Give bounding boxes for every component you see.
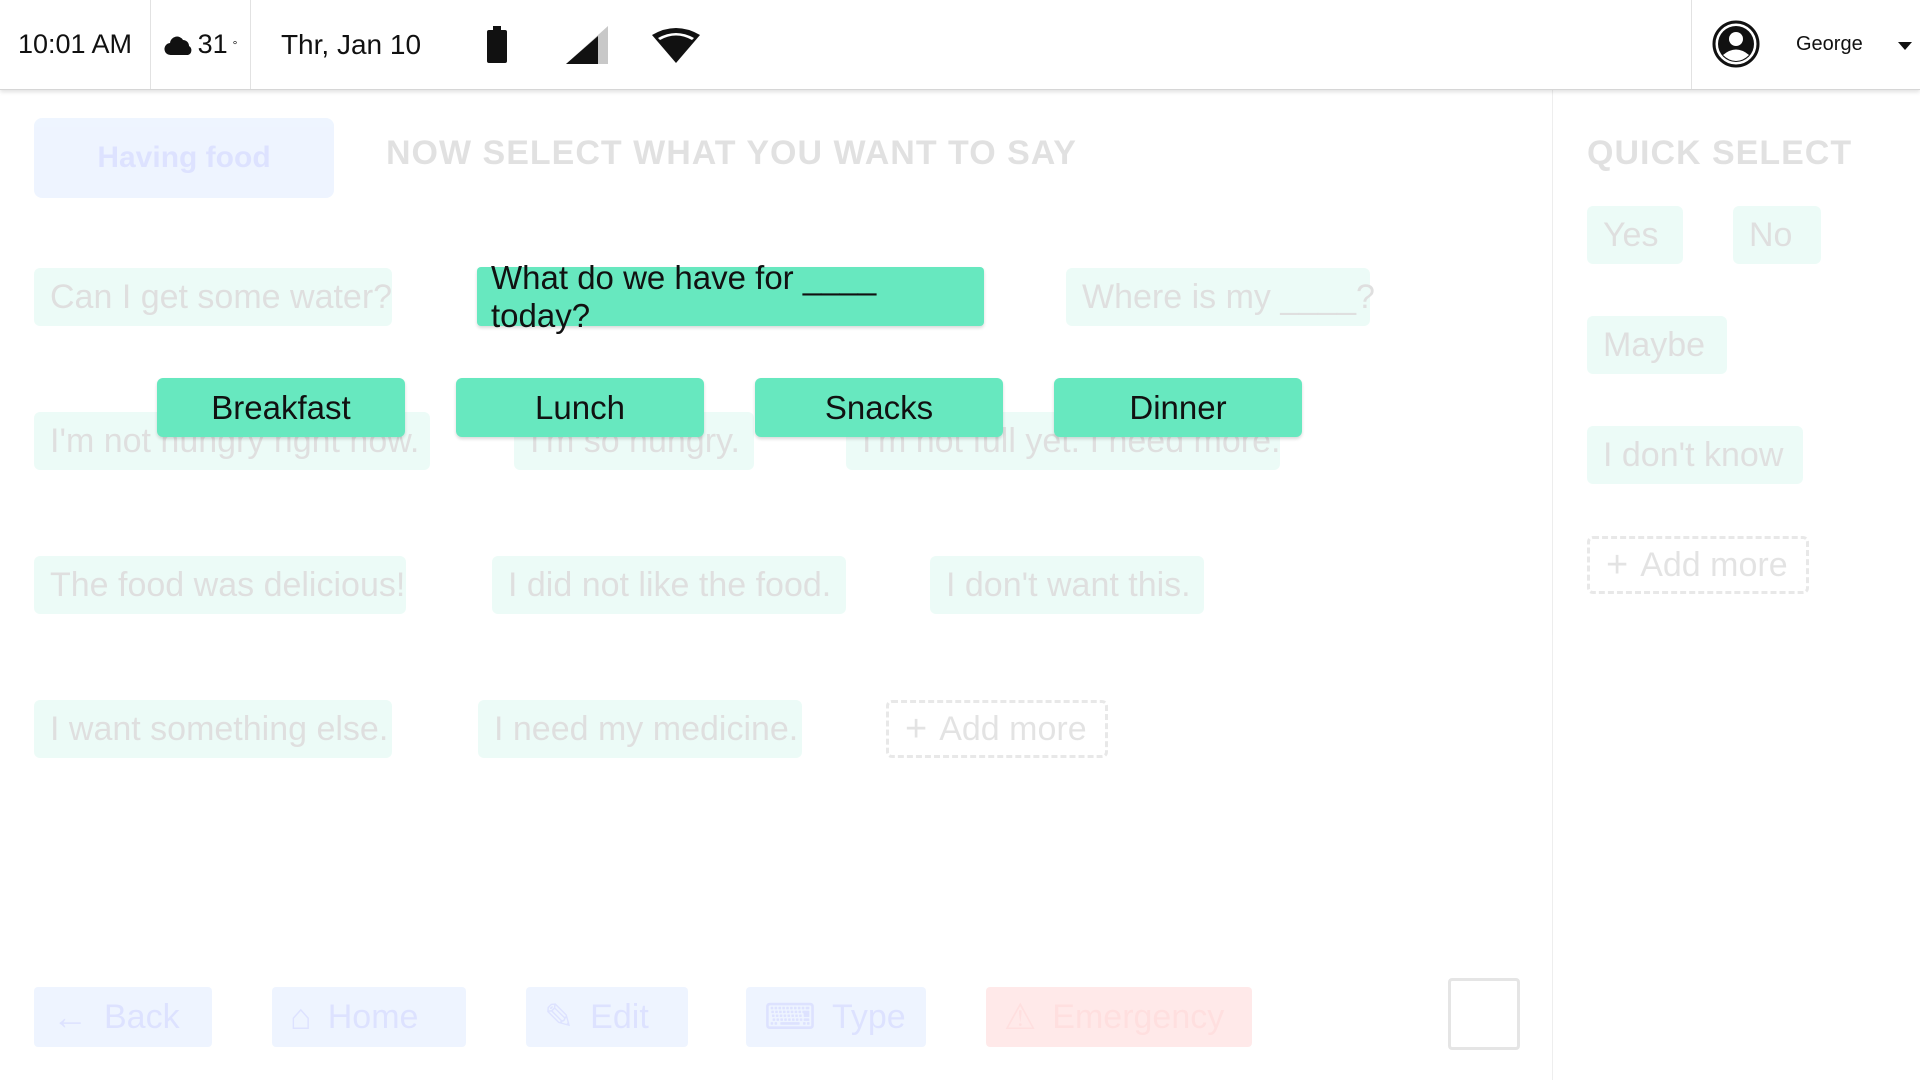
quick-select-item: I don't know <box>1587 426 1803 484</box>
background-screen: Having food NOW SELECT WHAT YOU WANT TO … <box>0 90 1920 1080</box>
date: Thr, Jan 10 <box>280 28 422 60</box>
selected-phrase: What do we have for ____ today? <box>477 259 984 334</box>
keyboard-icon: ⌨ <box>764 996 816 1037</box>
weather: 31 ° <box>151 0 251 89</box>
quick-select-add-more: + Add more <box>1587 536 1809 594</box>
account-circle-icon <box>1712 20 1760 68</box>
plus-icon: + <box>905 707 928 750</box>
cellular-signal-icon <box>566 0 608 89</box>
edit-button: ✎ Edit <box>526 987 688 1047</box>
plus-icon: + <box>1606 543 1629 586</box>
phrase-chip: I want something else. <box>34 700 392 758</box>
quick-select-item: Yes <box>1587 206 1683 264</box>
option-lunch[interactable]: Lunch <box>456 378 704 437</box>
option-breakfast[interactable]: Breakfast <box>157 378 405 437</box>
battery-icon <box>486 0 508 89</box>
temperature: 31 <box>197 29 228 59</box>
emergency-button: ⚠ Emergency <box>986 987 1252 1047</box>
username: George <box>1796 33 1863 55</box>
phrase-chip: I don't want this. <box>930 556 1204 614</box>
quick-select-panel: QUICK SELECT Yes No Maybe I don't know +… <box>1552 90 1920 1080</box>
pencil-icon: ✎ <box>544 996 575 1037</box>
home-icon: ⌂ <box>290 996 312 1037</box>
back-button: ← Back <box>34 987 212 1047</box>
quick-select-item: No <box>1733 206 1821 264</box>
phrase-chip: Where is my ____? <box>1066 268 1375 326</box>
user-menu[interactable]: George <box>1691 0 1920 89</box>
phrase-chip: Can I get some water? <box>34 268 392 326</box>
page-heading: NOW SELECT WHAT YOU WANT TO SAY <box>386 134 1077 172</box>
status-bar: 10:01 AM 31 ° Thr, Jan 10 George <box>0 0 1920 90</box>
chevron-down-icon[interactable] <box>1898 42 1912 50</box>
add-more-button: + Add more <box>886 700 1108 758</box>
option-dinner[interactable]: Dinner <box>1054 378 1302 437</box>
warning-icon: ⚠ <box>1004 996 1037 1037</box>
arrow-left-icon: ← <box>52 996 88 1037</box>
phrase-chip: The food was delicious! <box>34 556 406 614</box>
home-button: ⌂ Home <box>272 987 466 1047</box>
type-button: ⌨ Type <box>746 987 926 1047</box>
cloud-icon <box>164 36 191 55</box>
topic-button: Having food <box>34 118 334 198</box>
screen-preview-icon <box>1448 978 1520 1050</box>
option-snacks[interactable]: Snacks <box>755 378 1003 437</box>
clock: 10:01 AM <box>0 0 151 89</box>
wifi-icon <box>652 0 700 89</box>
quick-select-item: Maybe <box>1587 316 1727 374</box>
phrase-chip: I need my medicine. <box>478 700 802 758</box>
temperature-unit: ° <box>232 37 238 52</box>
quick-select-heading: QUICK SELECT <box>1587 134 1853 172</box>
phrase-chip: I did not like the food. <box>492 556 846 614</box>
